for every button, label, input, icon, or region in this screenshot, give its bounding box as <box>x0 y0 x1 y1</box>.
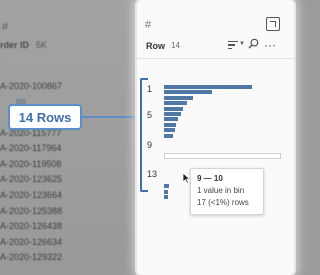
rows-bracket <box>140 78 148 192</box>
card-title: Row <box>146 41 165 51</box>
list-item[interactable]: A-2020-126634 <box>0 234 62 250</box>
order-id-count: 5K <box>36 40 48 50</box>
histogram-bar[interactable] <box>164 106 184 111</box>
list-item[interactable]: A-2020-100867 <box>0 78 62 94</box>
list-item[interactable]: A-2020-125388 <box>0 203 62 219</box>
tooltip-rows: 17 (<1%) rows <box>197 198 249 207</box>
order-id-column: # rder ID 5K A-2020-100867 A-2020-115777 … <box>0 0 138 275</box>
histogram-bar[interactable] <box>164 90 213 95</box>
histogram-bar[interactable] <box>164 184 170 189</box>
more-options-icon[interactable]: ··· <box>264 38 276 52</box>
histogram-bar[interactable] <box>164 195 168 200</box>
histogram-bar[interactable] <box>164 95 194 100</box>
tooltip-range: 9 — 10 <box>197 174 223 183</box>
sort-icon[interactable] <box>228 41 238 50</box>
list-item[interactable]: A-2020-123664 <box>0 187 62 203</box>
bin-tooltip: 9 — 10 1 value in bin 17 (<1%) rows <box>190 168 264 215</box>
histogram-bar[interactable] <box>164 133 173 138</box>
divider <box>137 58 294 59</box>
expand-icon[interactable] <box>266 17 280 31</box>
callout-connector <box>82 116 140 118</box>
histogram-bar[interactable] <box>164 112 181 116</box>
list-item[interactable]: A-2020-129322 <box>0 250 62 266</box>
bin-label-13: 13 <box>147 169 158 179</box>
histogram-bar[interactable] <box>164 85 252 89</box>
rows-callout-label: 14 Rows <box>18 109 72 125</box>
list-item[interactable]: A-2020-126438 <box>0 218 62 234</box>
histogram-bar[interactable] <box>164 117 179 122</box>
histogram-bar[interactable] <box>164 128 175 133</box>
list-item[interactable]: A-2020-123625 <box>0 172 62 188</box>
tooltip-values: 1 value in bin <box>197 186 245 195</box>
histogram-bar[interactable] <box>164 101 187 106</box>
card-count: 14 <box>171 41 180 50</box>
rows-callout: 14 Rows <box>8 104 82 130</box>
order-id-header[interactable]: rder ID 5K <box>0 40 47 50</box>
order-id-label: rder ID <box>0 40 30 50</box>
chevron-down-icon[interactable]: ▼ <box>239 41 245 47</box>
numeric-type-icon: # <box>2 21 9 33</box>
search-icon[interactable] <box>248 38 259 49</box>
histogram-bar[interactable] <box>164 189 169 194</box>
list-item[interactable]: A-2020-119508 <box>0 156 62 172</box>
list-item[interactable]: A-2020-117964 <box>0 140 62 156</box>
histogram-bar-highlighted[interactable] <box>164 153 281 159</box>
histogram-bar[interactable] <box>164 122 177 127</box>
row-profile-card: # Row 14 ▼ ··· 1 5 9 13 9 — 10 1 value i… <box>137 0 294 275</box>
numeric-type-icon: # <box>145 19 152 31</box>
